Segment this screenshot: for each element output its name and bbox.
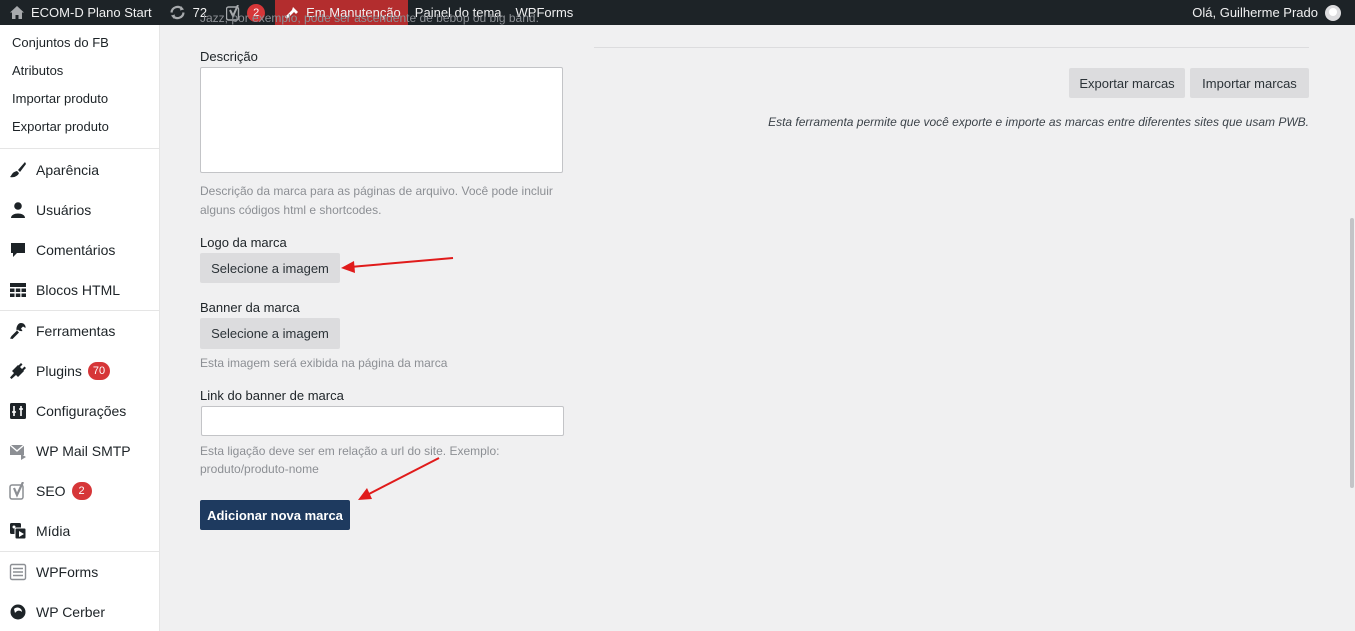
- sidebar-separator: [0, 310, 160, 311]
- submenu-conjuntos-fb[interactable]: Conjuntos do FB: [12, 35, 109, 50]
- sidebar-item-blocos-html[interactable]: Blocos HTML: [0, 272, 160, 308]
- settings-icon: [9, 402, 27, 420]
- refresh-icon: [169, 5, 186, 20]
- sidebar-item-label: Usuários: [36, 202, 92, 218]
- user-account-link[interactable]: Olá, Guilherme Prado: [1185, 0, 1355, 25]
- banner-hint: Esta imagem será exibida na página da ma…: [200, 356, 448, 370]
- logo-select-image-button[interactable]: Selecione a imagem: [200, 253, 340, 283]
- logo-label: Logo da marca: [200, 235, 287, 250]
- description-label: Descrição: [200, 49, 258, 64]
- sidebar-item-aparencia[interactable]: Aparência: [0, 152, 160, 188]
- users-icon: [9, 201, 27, 219]
- wpforms-icon: [9, 563, 27, 581]
- description-hint-line-2: alguns códigos html e shortcodes.: [200, 203, 382, 217]
- sidebar-separator: [0, 148, 160, 149]
- clipped-hint: Jazz, por exemplo, pode ser ascendente d…: [200, 14, 539, 25]
- banner-link-input[interactable]: [201, 406, 564, 436]
- annotation-arrow-submit: [358, 457, 440, 500]
- export-brands-button[interactable]: Exportar marcas: [1069, 68, 1185, 98]
- admin-sidebar: Conjuntos do FB Atributos Importar produ…: [0, 25, 160, 631]
- sidebar-item-seo[interactable]: SEO 2: [0, 473, 160, 509]
- banner-link-hint-line-2: produto/produto-nome: [200, 462, 319, 476]
- sidebar-item-label: WP Mail SMTP: [36, 443, 131, 459]
- submenu-atributos[interactable]: Atributos: [12, 63, 63, 78]
- greeting: Olá, Guilherme Prado: [1192, 5, 1318, 20]
- sidebar-item-label: Comentários: [36, 242, 116, 258]
- sidebar-item-wp-mail-smtp[interactable]: WP Mail SMTP: [0, 433, 160, 469]
- site-name-link[interactable]: ECOM-D Plano Start: [0, 0, 159, 25]
- plugin-icon: [9, 362, 27, 380]
- sidebar-item-label: WPForms: [36, 564, 99, 580]
- plugins-update-badge: 70: [87, 362, 111, 380]
- sidebar-item-label: Blocos HTML: [36, 282, 121, 298]
- avatar: [1325, 4, 1341, 21]
- banner-select-image-button[interactable]: Selecione a imagem: [200, 318, 340, 349]
- wrench-icon: [9, 322, 27, 340]
- sidebar-item-midia[interactable]: Mídia: [0, 513, 160, 549]
- import-export-note: Esta ferramenta permite que você exporte…: [768, 115, 1309, 129]
- banner-label: Banner da marca: [200, 300, 300, 315]
- import-brands-button[interactable]: Importar marcas: [1190, 68, 1309, 98]
- sidebar-item-wpforms[interactable]: WPForms: [0, 554, 160, 590]
- sidebar-item-plugins[interactable]: Plugins 70: [0, 353, 160, 389]
- grid-icon: [9, 281, 27, 299]
- cerber-icon: [9, 603, 27, 621]
- sidebar-item-label: Ferramentas: [36, 323, 116, 339]
- mail-icon: [9, 442, 27, 460]
- description-textarea[interactable]: [200, 67, 563, 173]
- submenu-importar-produto[interactable]: Importar produto: [12, 91, 108, 106]
- sidebar-separator: [0, 551, 160, 552]
- sidebar-item-configuracoes[interactable]: Configurações: [0, 393, 160, 429]
- sidebar-item-label: SEO: [36, 483, 66, 499]
- sidebar-item-ferramentas[interactable]: Ferramentas: [0, 313, 160, 349]
- sidebar-item-comentarios[interactable]: Comentários: [0, 232, 160, 268]
- annotation-arrow-logo: [341, 257, 454, 273]
- add-new-brand-button[interactable]: Adicionar nova marca: [200, 500, 350, 530]
- paintbrush-icon: [9, 161, 27, 179]
- description-hint-line-1: Descrição da marca para as páginas de ar…: [200, 184, 553, 198]
- sidebar-item-label: Plugins: [36, 363, 82, 379]
- sidebar-item-wp-cerber[interactable]: WP Cerber: [0, 594, 160, 630]
- media-icon: [9, 522, 27, 540]
- home-icon: [9, 5, 25, 20]
- sidebar-item-label: Configurações: [36, 403, 127, 419]
- submenu-exportar-produto[interactable]: Exportar produto: [12, 119, 109, 134]
- sidebar-item-usuarios[interactable]: Usuários: [0, 192, 160, 228]
- seo-badge: 2: [71, 482, 92, 500]
- sidebar-item-label: Aparência: [36, 162, 100, 178]
- sidebar-item-label: Mídia: [36, 523, 71, 539]
- page-scrollbar[interactable]: [1350, 218, 1354, 488]
- yoast-icon: [9, 482, 27, 500]
- banner-link-hint-line-1: Esta ligação deve ser em relação a url d…: [200, 444, 500, 458]
- banner-link-label: Link do banner de marca: [200, 388, 344, 403]
- comment-icon: [9, 241, 27, 259]
- sidebar-item-label: WP Cerber: [36, 604, 105, 620]
- section-divider: [594, 47, 1309, 48]
- site-name: ECOM-D Plano Start: [31, 5, 152, 20]
